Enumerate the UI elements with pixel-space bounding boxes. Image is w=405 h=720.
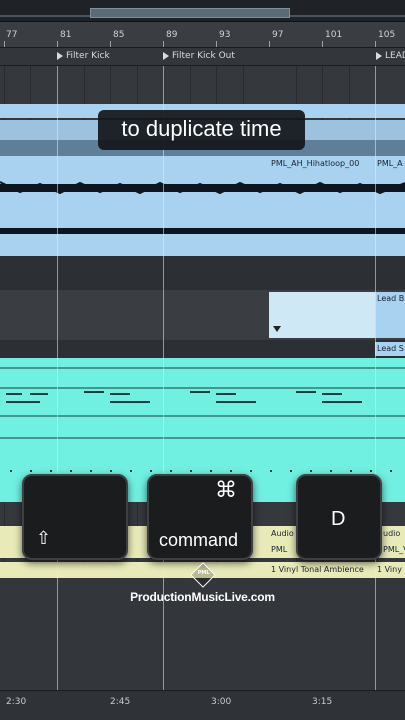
d-key: D (296, 474, 382, 560)
locator-triangle-icon (57, 51, 63, 60)
lead-track[interactable]: Lead B (0, 290, 405, 340)
time-ruler[interactable]: 2:30 2:45 3:00 3:15 (0, 690, 405, 720)
clip-name-lead-b: Lead B (377, 294, 405, 303)
bar-tick (4, 41, 5, 47)
bar-tick (57, 41, 58, 47)
overview-visible-region[interactable] (90, 8, 290, 18)
locator-triangle-icon (163, 51, 169, 60)
locator-triangle-icon (376, 51, 382, 60)
clip-name-lead-s: Lead S (377, 344, 404, 353)
clip-lane-light-blue[interactable] (0, 220, 405, 242)
clip-name-vinyl: 1 Vinyl Tonal Ambience (271, 565, 364, 574)
empty-track[interactable] (0, 256, 405, 290)
bar-tick (216, 41, 217, 47)
clip-name-pml: PML (271, 545, 288, 554)
clip-name-hihatloop-next: PML_A (377, 159, 403, 168)
arrangement-overview[interactable] (0, 0, 405, 22)
clip-name-pml-next: PML_V (383, 545, 405, 554)
bar-number: 97 (272, 30, 284, 40)
clip-name-audio-next: udio (383, 529, 401, 538)
bar-number: 101 (325, 30, 343, 40)
clip-block-dark (0, 228, 405, 234)
midi-notes (0, 367, 405, 439)
command-icon: ⌘ (215, 478, 237, 503)
shift-icon: ⇧ (36, 528, 52, 549)
bar-tick (322, 41, 323, 47)
locator-lead[interactable]: LEAD (376, 51, 405, 61)
audio-waveform (0, 181, 405, 195)
time-label: 3:15 (312, 697, 333, 707)
midi-clip-lane-cyan[interactable] (0, 358, 405, 462)
bar-number: 89 (166, 30, 178, 40)
bar-number: 81 (60, 30, 72, 40)
clip-lane-light-blue[interactable] (0, 204, 405, 220)
waveform-lane[interactable] (0, 172, 405, 204)
command-key-label: command (159, 530, 239, 550)
clip-name-hihatloop: PML_AH_Hihatloop_00 (271, 159, 360, 168)
clip-lead-b[interactable]: Lead B (375, 292, 405, 338)
beat-time-ruler[interactable]: 77 81 85 89 93 97 101 105 (0, 22, 405, 48)
bar-tick (110, 41, 111, 47)
clip-lane-hihat[interactable]: PML_AH_Hihatloop_00 PML_A (0, 156, 405, 172)
clip-lane-light-blue[interactable] (0, 242, 405, 256)
bar-tick (163, 41, 164, 47)
locator-filter-kick-out[interactable]: Filter Kick Out (163, 51, 235, 61)
locator-filter-kick[interactable]: Filter Kick (57, 51, 110, 61)
brand-name: ProductionMusicLive.com (130, 590, 275, 604)
bar-number: 105 (378, 30, 396, 40)
bar-number: 77 (6, 30, 18, 40)
lead-s-track[interactable]: Lead S (0, 340, 405, 358)
d-key-label: D (331, 508, 346, 530)
bar-tick (269, 41, 270, 47)
command-key: ⌘ command (147, 474, 253, 560)
bar-tick (375, 41, 376, 47)
bar-number: 85 (113, 30, 125, 40)
clip-lead-s[interactable]: Lead S (375, 342, 405, 356)
time-label: 3:00 (211, 697, 232, 707)
bar-number: 93 (219, 30, 231, 40)
shift-key: ⇧ (22, 474, 128, 560)
time-selection[interactable] (269, 292, 375, 338)
clip-name-audio: Audio (271, 529, 294, 538)
locator-lane[interactable]: Filter Kick Filter Kick Out LEAD (0, 48, 405, 66)
mouse-cursor-icon (273, 326, 281, 332)
video-caption: to duplicate time (98, 110, 305, 150)
time-label: 2:45 (110, 697, 131, 707)
time-label: 2:30 (6, 697, 27, 707)
clip-name-vinyl-next: 1 Viny (377, 565, 402, 574)
